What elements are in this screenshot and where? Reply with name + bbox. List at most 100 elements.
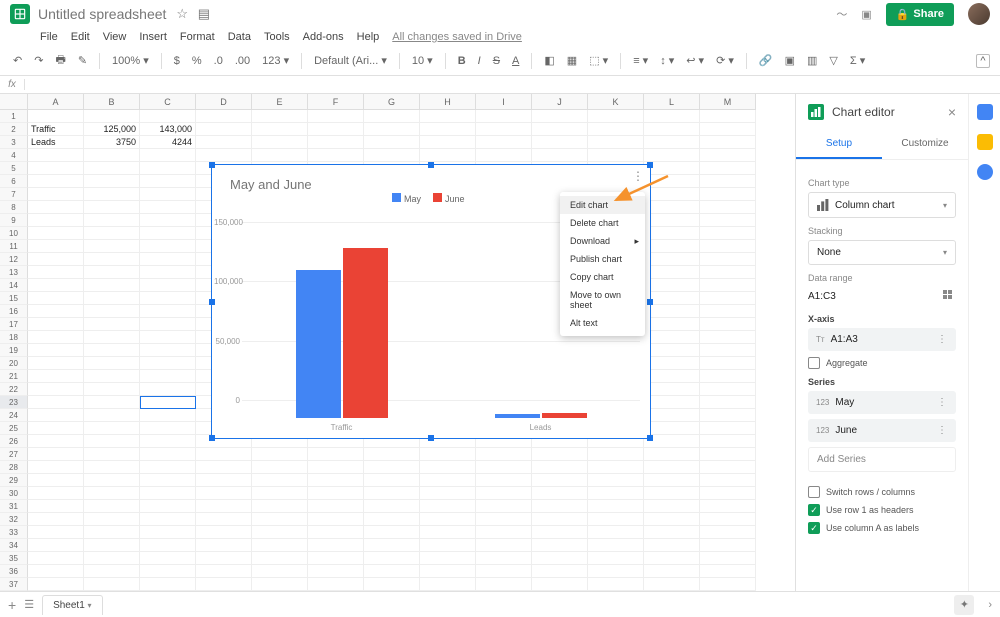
sheets-logo[interactable] [10, 4, 30, 24]
cell[interactable] [252, 448, 308, 461]
cell[interactable] [644, 526, 700, 539]
row-header[interactable]: 19 [0, 344, 28, 357]
collapse-toolbar-icon[interactable]: ^ [976, 54, 990, 68]
wrap-icon[interactable]: ↩ ▾ [683, 52, 707, 69]
cell[interactable] [252, 526, 308, 539]
cell[interactable] [476, 539, 532, 552]
cell[interactable] [588, 123, 644, 136]
row-header[interactable]: 16 [0, 305, 28, 318]
row-header[interactable]: 34 [0, 539, 28, 552]
cell[interactable] [700, 240, 756, 253]
cell[interactable] [532, 526, 588, 539]
column-header[interactable]: E [252, 94, 308, 110]
cell[interactable] [532, 513, 588, 526]
resize-handle[interactable] [428, 435, 434, 441]
row-header[interactable]: 7 [0, 188, 28, 201]
cell[interactable] [588, 526, 644, 539]
column-header[interactable]: G [364, 94, 420, 110]
cell[interactable] [364, 552, 420, 565]
cell[interactable] [308, 565, 364, 578]
print-icon[interactable]: 🖶 [52, 49, 68, 72]
cell[interactable] [140, 110, 196, 123]
cell[interactable] [700, 552, 756, 565]
cell[interactable] [364, 149, 420, 162]
cell[interactable] [84, 305, 140, 318]
cell[interactable] [364, 136, 420, 149]
cell[interactable] [364, 461, 420, 474]
cell[interactable] [84, 448, 140, 461]
cell[interactable] [196, 487, 252, 500]
cell[interactable] [364, 513, 420, 526]
cell[interactable] [420, 513, 476, 526]
cell[interactable] [364, 578, 420, 591]
functions-icon[interactable]: Σ ▾ [847, 52, 868, 69]
cell[interactable] [644, 539, 700, 552]
menu-edit[interactable]: Edit [71, 31, 90, 43]
cell[interactable] [644, 578, 700, 591]
cell[interactable] [588, 149, 644, 162]
series-field[interactable]: 123June⋮ [808, 419, 956, 442]
cell[interactable] [140, 357, 196, 370]
cell[interactable] [364, 110, 420, 123]
cell[interactable] [700, 357, 756, 370]
select-range-icon[interactable] [942, 290, 956, 304]
row-header[interactable]: 8 [0, 201, 28, 214]
cell[interactable] [476, 487, 532, 500]
column-header[interactable]: H [420, 94, 476, 110]
cell[interactable] [28, 370, 84, 383]
cell[interactable] [28, 214, 84, 227]
cell[interactable] [700, 448, 756, 461]
cell[interactable] [644, 110, 700, 123]
row-header[interactable]: 30 [0, 487, 28, 500]
cell[interactable] [700, 487, 756, 500]
cell[interactable] [644, 240, 700, 253]
cell[interactable] [84, 188, 140, 201]
cell[interactable] [364, 123, 420, 136]
row-header[interactable]: 29 [0, 474, 28, 487]
menu-format[interactable]: Format [180, 31, 215, 43]
sheet-tab[interactable]: Sheet1 ▾ [42, 595, 103, 615]
cell[interactable] [644, 500, 700, 513]
row-header[interactable]: 27 [0, 448, 28, 461]
zoom-select[interactable]: 100% ▾ [109, 52, 152, 69]
cell[interactable] [700, 344, 756, 357]
resize-handle[interactable] [428, 162, 434, 168]
cm-delete-chart[interactable]: Delete chart [560, 214, 645, 232]
cell[interactable] [140, 370, 196, 383]
cell[interactable] [84, 279, 140, 292]
cell[interactable] [140, 513, 196, 526]
cell[interactable] [252, 136, 308, 149]
calendar-icon[interactable] [977, 104, 993, 120]
row-header[interactable]: 1 [0, 110, 28, 123]
stacking-select[interactable]: None▾ [808, 240, 956, 265]
column-header[interactable]: L [644, 94, 700, 110]
cell[interactable] [84, 383, 140, 396]
cell[interactable] [140, 383, 196, 396]
cell[interactable] [84, 266, 140, 279]
cell[interactable] [140, 448, 196, 461]
undo-icon[interactable]: ↶ [10, 52, 25, 69]
cell[interactable] [196, 552, 252, 565]
cell[interactable] [84, 422, 140, 435]
row-header[interactable]: 10 [0, 227, 28, 240]
cell[interactable] [308, 500, 364, 513]
column-header[interactable]: C [140, 94, 196, 110]
cell[interactable] [476, 448, 532, 461]
cell[interactable] [644, 253, 700, 266]
cell[interactable] [420, 474, 476, 487]
cell[interactable] [28, 461, 84, 474]
cell[interactable] [532, 500, 588, 513]
cell[interactable] [84, 331, 140, 344]
cell[interactable] [28, 357, 84, 370]
cell[interactable] [140, 539, 196, 552]
add-sheet-icon[interactable]: + [8, 597, 16, 613]
cell[interactable] [252, 552, 308, 565]
cell[interactable] [644, 227, 700, 240]
row-header[interactable]: 26 [0, 435, 28, 448]
cell[interactable] [532, 474, 588, 487]
cell[interactable] [420, 565, 476, 578]
cell[interactable]: 3750 [84, 136, 140, 149]
cell[interactable] [700, 292, 756, 305]
cell[interactable] [476, 474, 532, 487]
row-header[interactable]: 21 [0, 370, 28, 383]
